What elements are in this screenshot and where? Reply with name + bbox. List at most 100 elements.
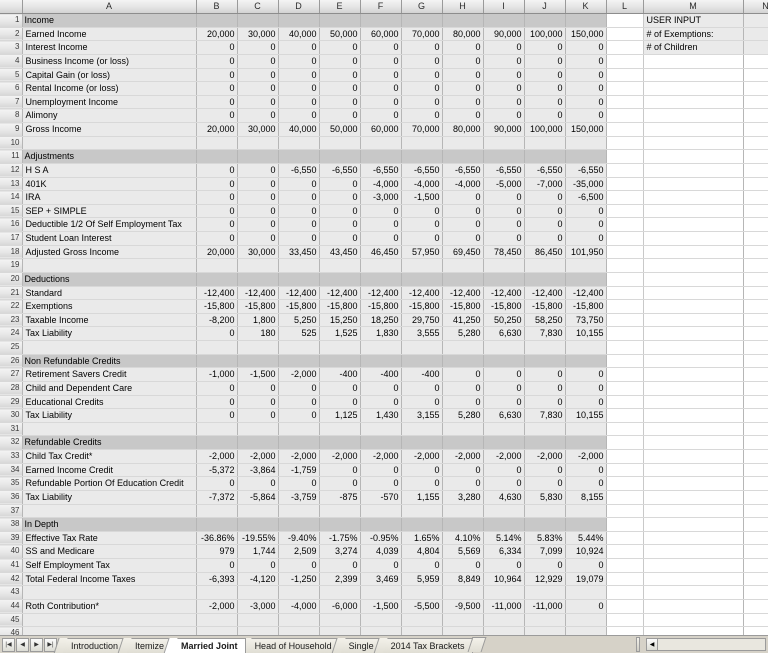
row-header-8[interactable]: 8 — [0, 108, 23, 123]
empty-cell[interactable] — [360, 626, 402, 635]
value-cell[interactable]: -2,000 — [196, 599, 238, 614]
value-cell[interactable]: 0 — [319, 81, 361, 96]
value-cell[interactable]: 0 — [401, 463, 443, 478]
spacer-cell[interactable] — [606, 340, 644, 355]
value-cell[interactable]: 57,950 — [401, 245, 443, 260]
value-cell[interactable]: 0 — [360, 68, 402, 83]
value-cell[interactable]: 0 — [237, 204, 279, 219]
value-cell[interactable]: -12,400 — [442, 286, 484, 301]
empty-cell[interactable] — [524, 504, 566, 519]
empty-cell[interactable] — [743, 299, 768, 314]
value-cell[interactable]: 0 — [196, 40, 238, 55]
row-header-46[interactable]: 46 — [0, 626, 23, 635]
spacer-cell[interactable] — [606, 395, 644, 410]
row-header-32[interactable]: 32 — [0, 435, 23, 450]
empty-cell[interactable] — [278, 136, 320, 151]
spacer-cell[interactable] — [606, 272, 644, 287]
value-cell[interactable] — [196, 272, 238, 287]
empty-cell[interactable] — [401, 626, 443, 635]
empty-cell[interactable] — [483, 585, 525, 600]
value-cell[interactable]: 0 — [524, 463, 566, 478]
table-row[interactable]: 20 Deductions — [0, 272, 768, 287]
value-cell[interactable]: 0 — [278, 95, 320, 110]
value-cell[interactable]: 0 — [237, 54, 279, 69]
value-cell[interactable]: 0 — [278, 81, 320, 96]
row-label[interactable]: Rental Income (or loss) — [22, 81, 197, 96]
value-cell[interactable]: 0 — [483, 476, 525, 491]
empty-cell[interactable] — [278, 504, 320, 519]
row-label[interactable]: Effective Tax Rate — [22, 531, 197, 546]
row-label[interactable]: Standard — [22, 286, 197, 301]
value-cell[interactable] — [196, 354, 238, 369]
empty-cell[interactable] — [565, 613, 607, 628]
row-label[interactable]: Tax Liability — [22, 326, 197, 341]
value-cell[interactable]: -1,500 — [237, 367, 279, 382]
value-cell[interactable]: 0 — [360, 395, 402, 410]
value-cell[interactable]: 0 — [483, 395, 525, 410]
value-cell[interactable]: 1,125 — [319, 408, 361, 423]
value-cell[interactable] — [196, 13, 238, 28]
empty-cell[interactable] — [565, 422, 607, 437]
value-cell[interactable]: 0 — [360, 108, 402, 123]
value-cell[interactable]: -15,800 — [565, 299, 607, 314]
value-cell[interactable]: -400 — [319, 367, 361, 382]
spacer-cell[interactable] — [606, 258, 644, 273]
value-cell[interactable] — [278, 272, 320, 287]
value-cell[interactable]: 0 — [401, 395, 443, 410]
row-header-36[interactable]: 36 — [0, 490, 23, 505]
value-cell[interactable] — [483, 435, 525, 450]
empty-cell[interactable] — [743, 449, 768, 464]
row-header-25[interactable]: 25 — [0, 340, 23, 355]
empty-cell[interactable] — [643, 599, 744, 614]
empty-cell[interactable] — [565, 504, 607, 519]
value-cell[interactable]: 3,155 — [401, 408, 443, 423]
value-cell[interactable]: 30,000 — [237, 245, 279, 260]
value-cell[interactable] — [278, 517, 320, 532]
spacer-cell[interactable] — [606, 27, 644, 42]
value-cell[interactable]: 0 — [319, 177, 361, 192]
value-cell[interactable]: 0 — [442, 190, 484, 205]
user-input-label-0[interactable]: # of Exemptions: — [643, 27, 744, 42]
empty-cell[interactable] — [319, 340, 361, 355]
value-cell[interactable]: 41,250 — [442, 313, 484, 328]
value-cell[interactable]: 0 — [319, 463, 361, 478]
value-cell[interactable]: 50,000 — [319, 122, 361, 137]
table-row[interactable]: 43 — [0, 585, 768, 600]
value-cell[interactable] — [442, 517, 484, 532]
row-header-15[interactable]: 15 — [0, 204, 23, 219]
empty-cell[interactable] — [360, 585, 402, 600]
empty-cell[interactable] — [743, 490, 768, 505]
value-cell[interactable]: 5,959 — [401, 572, 443, 587]
row-header-16[interactable]: 16 — [0, 217, 23, 232]
empty-cell[interactable] — [442, 422, 484, 437]
value-cell[interactable]: -6,550 — [401, 163, 443, 178]
row-label[interactable]: Self Employment Tax — [22, 558, 197, 573]
value-cell[interactable] — [442, 13, 484, 28]
table-row[interactable]: 40 SS and Medicare 979 1,744 2,509 3,274 4,039… — [0, 544, 768, 559]
value-cell[interactable]: 2,509 — [278, 544, 320, 559]
value-cell[interactable] — [319, 517, 361, 532]
empty-cell[interactable] — [743, 122, 768, 137]
value-cell[interactable]: 7,099 — [524, 544, 566, 559]
column-header-l[interactable]: L — [606, 0, 644, 14]
value-cell[interactable]: 0 — [565, 599, 607, 614]
column-header-j[interactable]: J — [524, 0, 566, 14]
empty-cell[interactable] — [319, 258, 361, 273]
empty-cell[interactable] — [643, 326, 744, 341]
value-cell[interactable]: 90,000 — [483, 27, 525, 42]
table-row[interactable]: 28 Child and Dependent Care 0 0 0 0 0 0 0 0 0 0 — [0, 381, 768, 396]
value-cell[interactable]: 0 — [319, 204, 361, 219]
empty-cell[interactable] — [360, 258, 402, 273]
empty-cell[interactable] — [643, 395, 744, 410]
row-label[interactable]: 401K — [22, 177, 197, 192]
spacer-cell[interactable] — [606, 517, 644, 532]
empty-cell[interactable] — [237, 258, 279, 273]
spacer-cell[interactable] — [606, 108, 644, 123]
value-cell[interactable]: 0 — [565, 81, 607, 96]
empty-cell[interactable] — [319, 136, 361, 151]
value-cell[interactable]: 0 — [565, 381, 607, 396]
row-header-2[interactable]: 2 — [0, 27, 23, 42]
value-cell[interactable]: 0 — [237, 95, 279, 110]
empty-cell[interactable] — [196, 626, 238, 635]
value-cell[interactable]: -2,000 — [565, 449, 607, 464]
